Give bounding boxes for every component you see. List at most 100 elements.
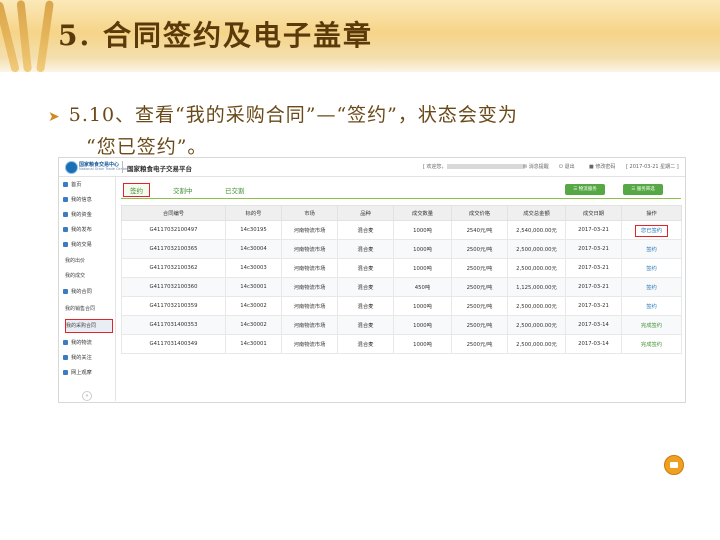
message-link[interactable]: ✉ 消息提醒 [523, 163, 549, 170]
slide-title: 5. 合同签约及电子盖章 [58, 19, 373, 52]
variety: 混合麦 [337, 220, 394, 240]
price: 2500元/吨 [451, 277, 508, 297]
contract-id: G4117031400353 [121, 315, 226, 335]
lot-number: 14c30001 [225, 277, 282, 297]
power-icon: ⏻ [559, 164, 563, 170]
contract-id: G4117031400349 [121, 334, 226, 354]
sidebar-item-follow[interactable]: 我的关注 [59, 352, 115, 365]
publish-icon [63, 227, 68, 232]
logo-divider [122, 161, 123, 173]
column-header: 品种 [337, 205, 394, 221]
sidebar-item-contracts[interactable]: 我的合同 [59, 286, 115, 299]
list-icon: ☰ [573, 187, 578, 192]
price: 2500元/吨 [451, 239, 508, 259]
change-password-link[interactable]: ■ 修改密码 [589, 163, 615, 170]
table-row: G4117031400353 14c30002 河南物流市场 混合麦 1000吨… [121, 315, 682, 335]
home-icon [63, 182, 68, 187]
sidebar-sub-my-bids[interactable]: 我的出价 [65, 255, 115, 268]
list-icon: ☰ [631, 187, 636, 192]
contract-id: G4117032100359 [121, 296, 226, 316]
variety: 混合麦 [337, 315, 394, 335]
table-row: G4117032100365 14c30004 河南物流市场 混合麦 1000吨… [121, 239, 682, 259]
sidebar-item-trade[interactable]: 我的交易 [59, 239, 115, 252]
contract-id: G4117032100365 [121, 239, 226, 259]
total-amount: 2,500,000.00元 [507, 239, 566, 259]
quantity: 1000吨 [393, 239, 452, 259]
logistics-service-button[interactable]: ☰ 物流服务 [565, 184, 605, 195]
market: 河南物流市场 [281, 315, 338, 335]
user-icon [63, 197, 68, 202]
operation-cell: 您已签约 [621, 220, 682, 240]
sidebar-item-info[interactable]: 我的信息 [59, 194, 115, 207]
tab-delivering[interactable]: 交割中 [173, 185, 193, 195]
truck-icon [63, 340, 68, 345]
deal-date: 2017-03-14 [565, 334, 622, 354]
market: 河南物流市场 [281, 220, 338, 240]
sign-link[interactable]: 签约 [646, 304, 657, 310]
sidebar-sub-my-deals[interactable]: 我的成交 [65, 270, 115, 283]
sign-link[interactable]: 签约 [646, 266, 657, 272]
operation-cell: 签约 [621, 277, 682, 297]
variety: 混合麦 [337, 239, 394, 259]
collapse-sidebar-icon[interactable]: « [82, 391, 92, 401]
column-header: 市场 [281, 205, 338, 221]
quantity: 1000吨 [393, 334, 452, 354]
sidebar-item-observe[interactable]: 网上观摩 [59, 367, 115, 380]
sidebar-item-publish[interactable]: 我的发布 [59, 224, 115, 237]
sign-link[interactable]: 签约 [646, 247, 657, 253]
contract-id: G4117032100360 [121, 277, 226, 297]
contracts-table: 合同编号 标的号 市场 品种 成交数量 成交价格 成交总金额 成交日期 操作 G… [121, 205, 682, 354]
variety: 混合麦 [337, 334, 394, 354]
operation-cell: 完成签约 [621, 334, 682, 354]
lock-icon: ■ [589, 164, 594, 170]
monitor-icon [63, 370, 68, 375]
deal-date: 2017-03-21 [565, 220, 622, 240]
deal-date: 2017-03-21 [565, 277, 622, 297]
tab-delivered[interactable]: 已交割 [225, 185, 245, 195]
completed-sign-link[interactable]: 完成签约 [641, 323, 662, 329]
total-amount: 2,500,000.00元 [507, 334, 566, 354]
variety: 混合麦 [337, 277, 394, 297]
contract-id: G4117032100362 [121, 258, 226, 278]
sidebar-item-home[interactable]: 首页 [59, 179, 115, 192]
operation-cell: 完成签约 [621, 315, 682, 335]
sidebar-item-funds[interactable]: 我的资金 [59, 209, 115, 222]
signed-status-link[interactable]: 您已签约 [634, 225, 669, 237]
market: 河南物流市场 [281, 277, 338, 297]
notification-badge-icon[interactable] [664, 455, 684, 475]
logout-link[interactable]: ⏻ 退出 [559, 163, 575, 170]
variety: 混合麦 [337, 296, 394, 316]
column-header: 合同编号 [121, 205, 226, 221]
mail-icon: ✉ [523, 164, 528, 170]
table-row: G4117031400349 14c30001 河南物流市场 混合麦 1000吨… [121, 334, 682, 354]
sign-link[interactable]: 签约 [646, 285, 657, 291]
wheat-decoration [36, 0, 54, 73]
sidebar-sub-purchase-contracts[interactable]: 我的采购合同 [65, 319, 113, 333]
sidebar-sub-sales-contracts[interactable]: 我的销售合同 [65, 303, 115, 316]
service-filter-button[interactable]: ☰ 服务筛选 [623, 184, 663, 195]
wallet-icon [63, 212, 68, 217]
current-date: [ 2017-03-21 星期二 ] [626, 164, 679, 170]
contract-id: G4117032100497 [121, 220, 226, 240]
bullet-text-continued: “您已签约”。 [86, 136, 208, 158]
tab-sign[interactable]: 签约 [123, 183, 150, 197]
completed-sign-link[interactable]: 完成签约 [641, 342, 662, 348]
table-row: G4117032100497 14c30195 河南物流市场 混合麦 1000吨… [121, 220, 682, 240]
price: 2540元/吨 [451, 220, 508, 240]
lot-number: 14c30002 [225, 315, 282, 335]
lot-number: 14c30003 [225, 258, 282, 278]
welcome-user: [ 欢迎您， [423, 163, 525, 170]
heart-icon [63, 355, 68, 360]
screenshot-frame: 国家粮食交易中心 National Grain Trade Center 国家粮… [58, 157, 686, 403]
table-row: G4117032100362 14c30003 河南物流市场 混合麦 1000吨… [121, 258, 682, 278]
contract-icon [63, 289, 68, 294]
lot-number: 14c30195 [225, 220, 282, 240]
lot-number: 14c30004 [225, 239, 282, 259]
quantity: 1000吨 [393, 258, 452, 278]
column-header: 成交日期 [565, 205, 622, 221]
column-header: 成交数量 [393, 205, 452, 221]
total-amount: 2,540,000.00元 [507, 220, 566, 240]
sidebar-item-logistics[interactable]: 我的物流 [59, 337, 115, 350]
market: 河南物流市场 [281, 334, 338, 354]
quantity: 450吨 [393, 277, 452, 297]
